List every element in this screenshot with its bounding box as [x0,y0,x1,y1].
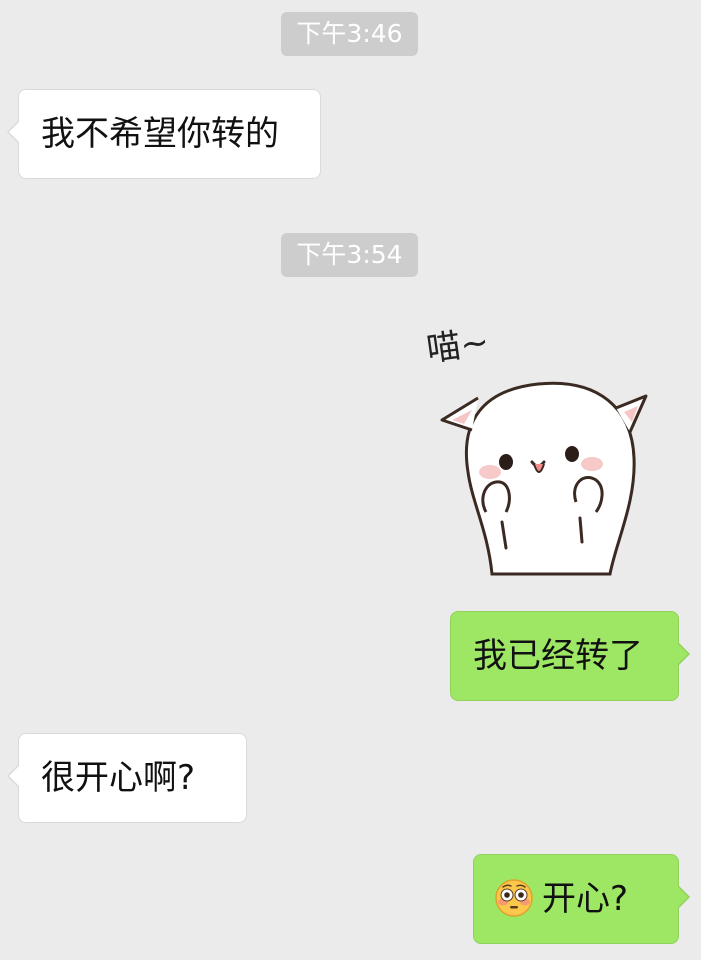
incoming-message[interactable]: 很开心啊? [7,733,247,823]
cat-sticker-icon [440,381,648,576]
timestamp: 下午3:46 [281,12,418,56]
flushed-face-emoji-icon [495,878,533,917]
timestamp: 下午3:54 [281,233,418,277]
message-text: 我不希望你转的 [41,114,279,154]
message-text: 很开心啊? [41,758,196,798]
outgoing-message[interactable]: 我已经转了 [450,611,690,701]
incoming-message[interactable]: 我不希望你转的 [7,89,321,179]
outgoing-message[interactable]: 开心? [473,854,690,944]
message-text: 我已经转了 [473,636,643,676]
message-text: 开心? [542,879,629,919]
